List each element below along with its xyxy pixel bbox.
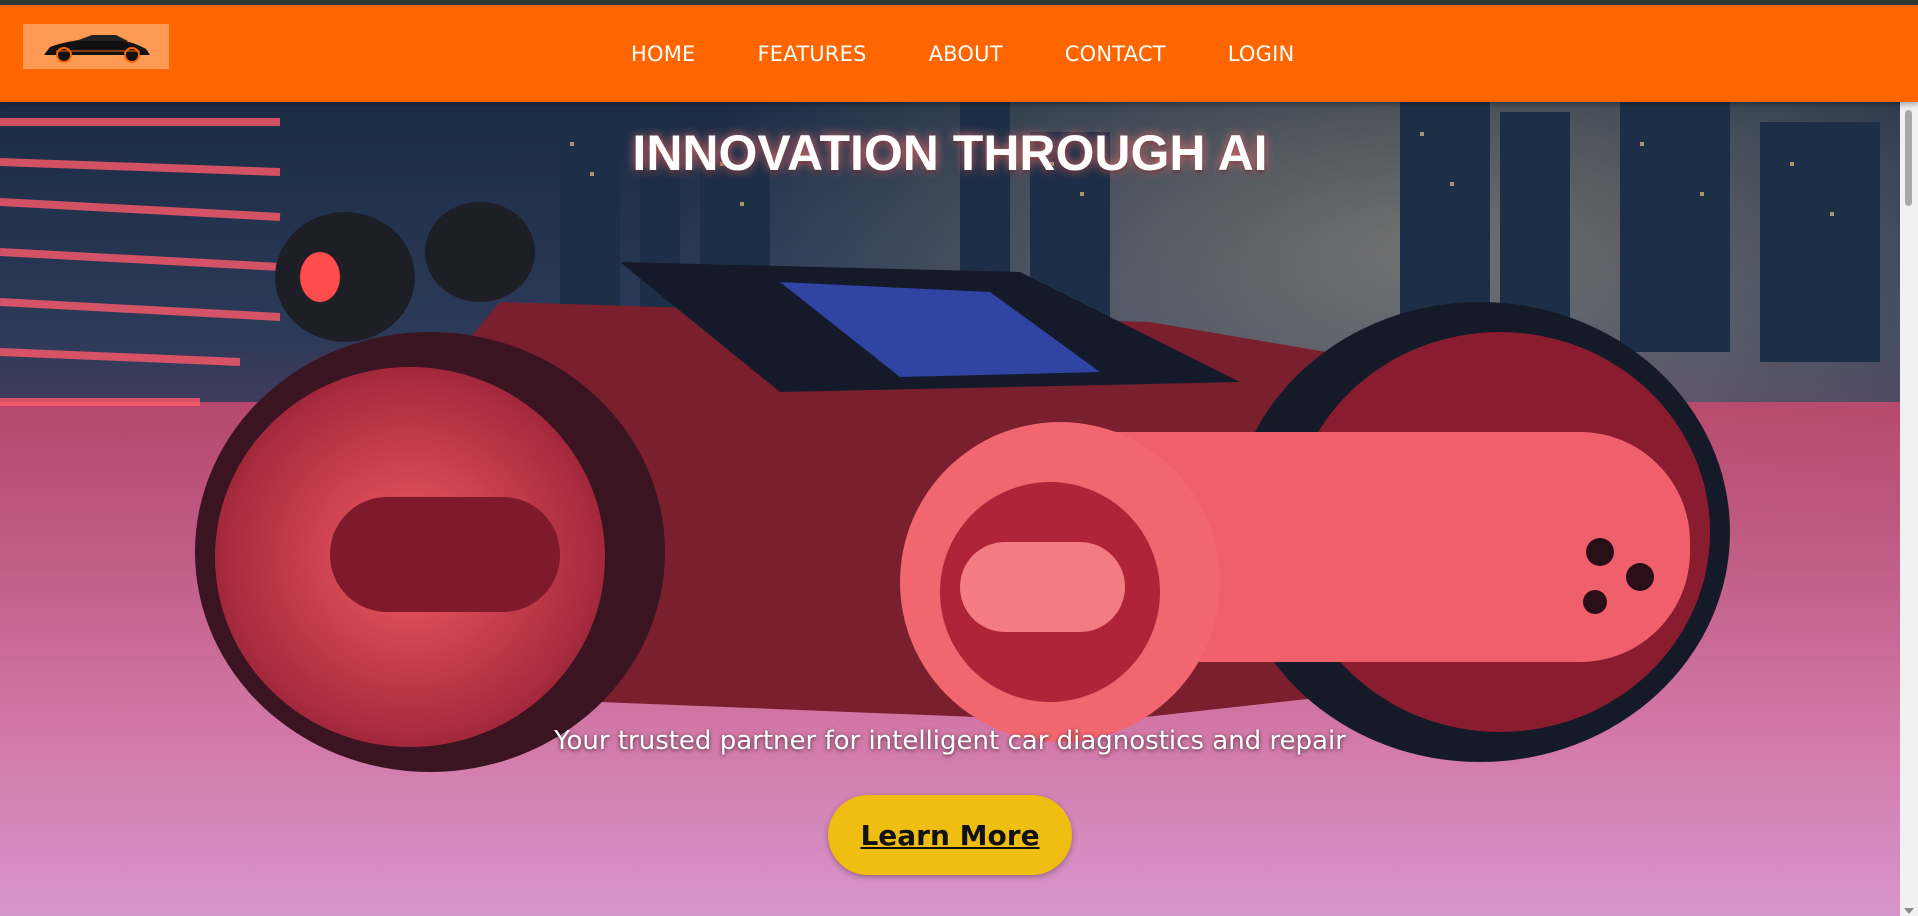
nav-link-features[interactable]: FEATURES — [758, 42, 867, 66]
nav-link-about[interactable]: ABOUT — [929, 42, 1003, 66]
page-scrollbar[interactable] — [1900, 102, 1918, 916]
scrollbar-thumb[interactable] — [1905, 110, 1912, 206]
navbar: HOME FEATURES ABOUT CONTACT LOGIN — [0, 5, 1918, 102]
hero-title: INNOVATION THROUGH AI — [632, 125, 1268, 181]
hero-background-image — [0, 102, 1900, 916]
nav-link-home[interactable]: HOME — [631, 42, 696, 66]
sports-car-logo-icon — [44, 34, 150, 63]
hero-section: INNOVATION THROUGH AI Your trusted partn… — [0, 102, 1900, 916]
nav-link-contact[interactable]: CONTACT — [1065, 42, 1166, 66]
main-navigation: HOME FEATURES ABOUT CONTACT LOGIN — [600, 5, 1325, 102]
scroll-down-arrow-icon[interactable] — [1904, 908, 1914, 914]
nav-link-login[interactable]: LOGIN — [1228, 42, 1295, 66]
logo[interactable] — [23, 24, 169, 69]
learn-more-button[interactable]: Learn More — [828, 795, 1072, 875]
hero-subtitle: Your trusted partner for intelligent car… — [554, 726, 1346, 756]
